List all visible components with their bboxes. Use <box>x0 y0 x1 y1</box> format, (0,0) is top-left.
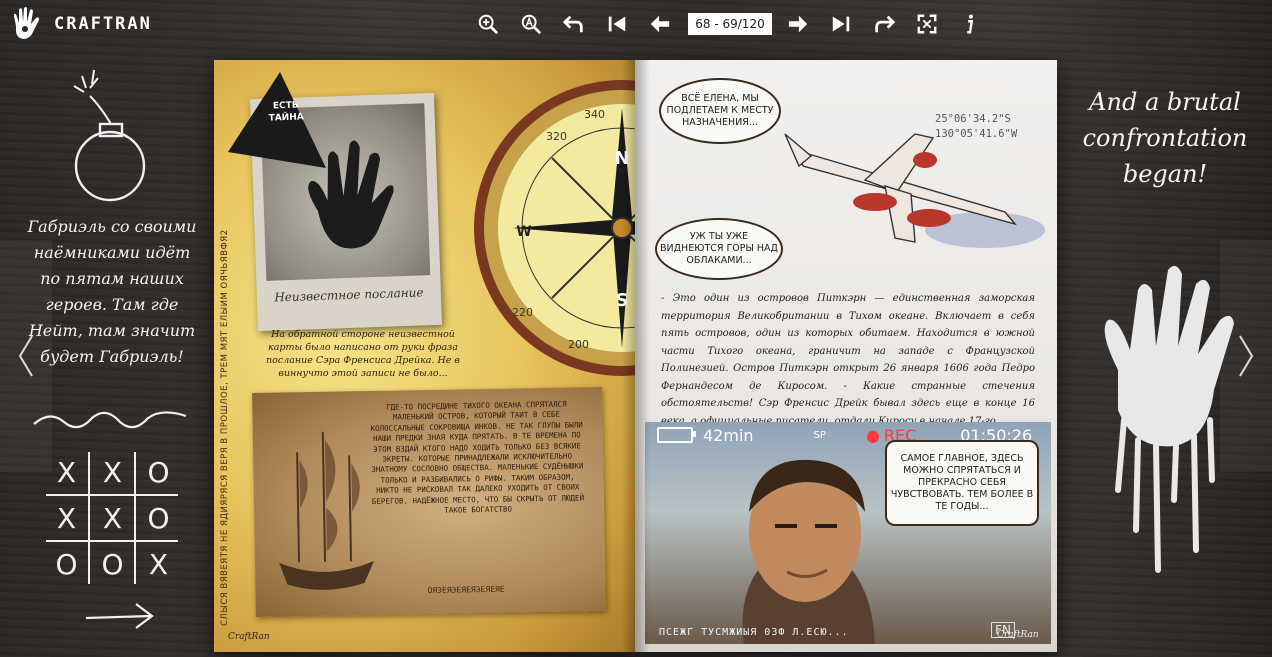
compass-w: W <box>516 224 531 240</box>
fullscreen-icon <box>917 14 937 34</box>
info-icon <box>967 14 974 34</box>
undo-button[interactable] <box>556 8 592 40</box>
redo-button[interactable] <box>866 8 902 40</box>
flipbook-spread[interactable]: Неизвестное послание ЕСТЬ ТАЙНА СЛЫСЯ ВЯ… <box>214 60 1057 652</box>
compass-220: 220 <box>512 306 533 319</box>
video-caption: ПСЕЖГ ТУСМЖИЫЯ 03Ф Л.ЕСЮ... <box>659 627 849 638</box>
chevron-right-icon <box>1239 335 1254 377</box>
zoom-in-button[interactable] <box>470 8 506 40</box>
right-chalk-note: And a brutal confrontation began! <box>1082 88 1248 188</box>
hand-logo-icon <box>14 7 39 39</box>
brand-name: CRAFTRAN <box>54 14 152 34</box>
prev-arrow-icon <box>650 15 670 33</box>
autosize-button[interactable] <box>513 8 549 40</box>
right-watermark: CraftRan <box>997 630 1039 640</box>
chevron-left-icon <box>18 335 33 377</box>
left-page-note: На обратной стороне неизвестной карты бы… <box>266 329 460 379</box>
first-page-button[interactable] <box>599 8 635 40</box>
secret-sticker-text: ЕСТЬ ТАЙНА <box>268 100 304 124</box>
scribble-doodle-icon <box>33 411 187 429</box>
cam-sp: SP <box>813 429 826 441</box>
prev-spread-button[interactable] <box>0 240 52 472</box>
polaroid-caption: Неизвестное послание <box>274 285 424 305</box>
ttt-cell: O <box>55 548 78 581</box>
ttt-cell: X <box>102 502 123 535</box>
ttt-cell: X <box>56 502 77 535</box>
next-spread-button[interactable] <box>1220 240 1272 472</box>
ttt-cell: O <box>147 502 170 535</box>
compass-320: 320 <box>546 130 567 143</box>
parchment-note: ГДЕ-ТО ПОСРЕДИНЕ ТИХОГО ОКЕАНА СПРЯТАЛСЯ… <box>252 386 606 618</box>
viewer-toolbar: 68 - 69/120 <box>470 8 995 40</box>
ttt-cell: O <box>147 456 170 489</box>
compass-200: 200 <box>568 338 589 351</box>
zoom-in-icon <box>478 14 499 35</box>
page-indicator-input[interactable]: 68 - 69/120 <box>688 13 772 35</box>
undo-icon <box>563 15 583 33</box>
arrow-doodle-icon <box>85 603 154 629</box>
last-page-icon <box>832 16 850 32</box>
ttt-cell: O <box>101 548 124 581</box>
ttt-cell: X <box>102 456 123 489</box>
compass-rose-icon: N S W 320 340 220 200 <box>474 80 635 376</box>
compass-340: 340 <box>584 108 605 121</box>
left-page[interactable]: Неизвестное послание ЕСТЬ ТАЙНА СЛЫСЯ ВЯ… <box>214 60 635 652</box>
redo-icon <box>875 15 895 33</box>
next-page-button[interactable] <box>780 8 816 40</box>
secret-sticker: ЕСТЬ ТАЙНА <box>220 66 330 176</box>
autosize-icon <box>521 14 542 35</box>
right-page-body: - Это один из островов Питкэрн — единств… <box>661 293 1035 427</box>
bomb-doodle-icon <box>73 69 146 202</box>
vertical-cipher-text: СЛЫСЯ ВЯВЕЯТЯ НЕ ЯДИЯРЯСЯ ВЕРЯ В ПРОШЛОЕ… <box>220 229 230 626</box>
book-spine-shadow <box>622 60 650 652</box>
left-watermark: CraftRan <box>228 632 270 642</box>
next-arrow-icon <box>788 15 808 33</box>
ttt-cell: X <box>148 548 169 581</box>
last-page-button[interactable] <box>823 8 859 40</box>
camcorder-frame: 42min SP ● REC 01:50:26 САМОЕ ГЛАВНОЕ, З… <box>645 422 1051 644</box>
parchment-text: ГДЕ-ТО ПОСРЕДИНЕ ТИХОГО ОКЕАНА СПРЯТАЛСЯ… <box>370 399 585 515</box>
right-page[interactable]: ВСЁ ЕЛЕНА, МЫ ПОДЛЕТАЕМ К МЕСТУ НАЗНАЧЕН… <box>635 60 1057 652</box>
compass-illustration: N S W 320 340 220 200 <box>472 78 635 378</box>
seaplane-icon <box>784 133 1045 248</box>
fullscreen-button[interactable] <box>909 8 945 40</box>
info-button[interactable] <box>952 8 988 40</box>
parchment-code: ОЯЭЕЯЭЕЯЕЯЭЕЯЕЯЕ <box>427 584 505 596</box>
battery-icon <box>657 427 696 443</box>
prev-page-button[interactable] <box>642 8 678 40</box>
speech-bubble-video: САМОЕ ГЛАВНОЕ, ЗДЕСЬ МОЖНО СПРЯТАТЬСЯ И … <box>885 440 1039 526</box>
tic-tac-toe-doodle: X X O X X O O O X <box>44 450 180 586</box>
first-page-icon <box>608 16 626 32</box>
logo[interactable]: CRAFTRAN <box>8 4 152 44</box>
speech-bubble-mid: УЖ ТЫ УЖЕ ВИДНЕЮТСЯ ГОРЫ НАД ОБЛАКАМИ... <box>655 218 783 280</box>
speech-bubble-top: ВСЁ ЕЛЕНА, МЫ ПОДЛЕТАЕМ К МЕСТУ НАЗНАЧЕН… <box>659 78 781 144</box>
